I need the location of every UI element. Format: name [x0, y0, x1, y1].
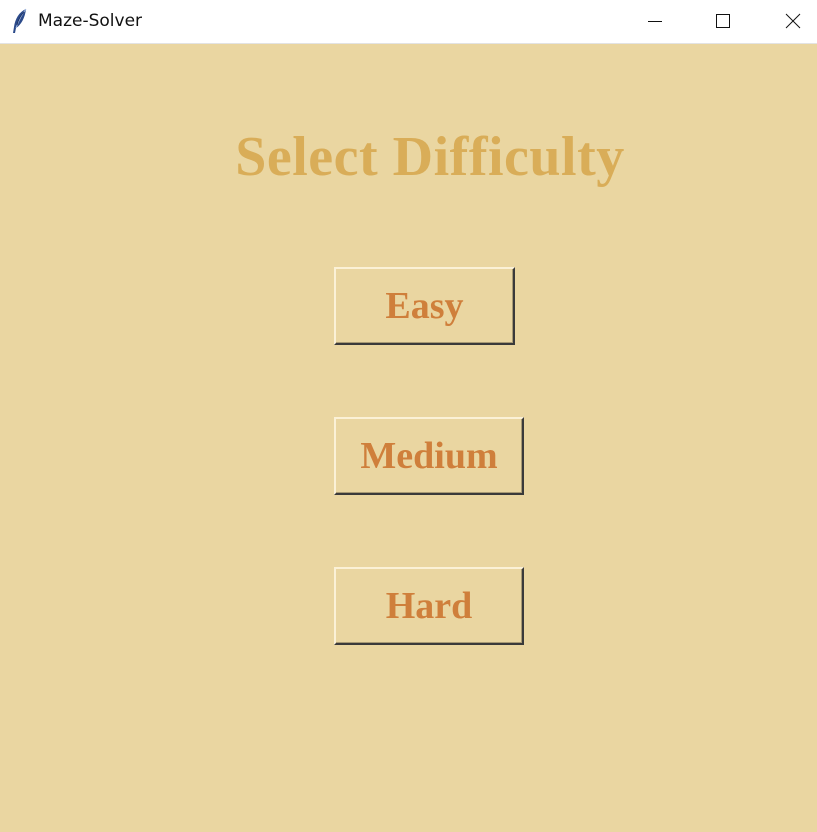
maximize-button[interactable]	[700, 0, 746, 42]
feather-icon	[11, 8, 29, 34]
minimize-icon	[648, 21, 662, 22]
maximize-icon	[716, 14, 730, 28]
hard-button[interactable]: Hard	[334, 567, 524, 645]
title-bar[interactable]: Maze-Solver	[0, 0, 817, 44]
page-title: Select Difficulty	[235, 126, 625, 188]
main-content: Select Difficulty Easy Medium Hard	[0, 45, 817, 832]
easy-button[interactable]: Easy	[334, 267, 515, 345]
app-window: Maze-Solver Select Difficulty Easy Mediu…	[0, 0, 817, 832]
close-icon	[785, 13, 801, 29]
minimize-button[interactable]	[632, 0, 678, 42]
close-button[interactable]	[770, 0, 816, 42]
medium-button[interactable]: Medium	[334, 417, 524, 495]
window-title: Maze-Solver	[38, 11, 143, 31]
